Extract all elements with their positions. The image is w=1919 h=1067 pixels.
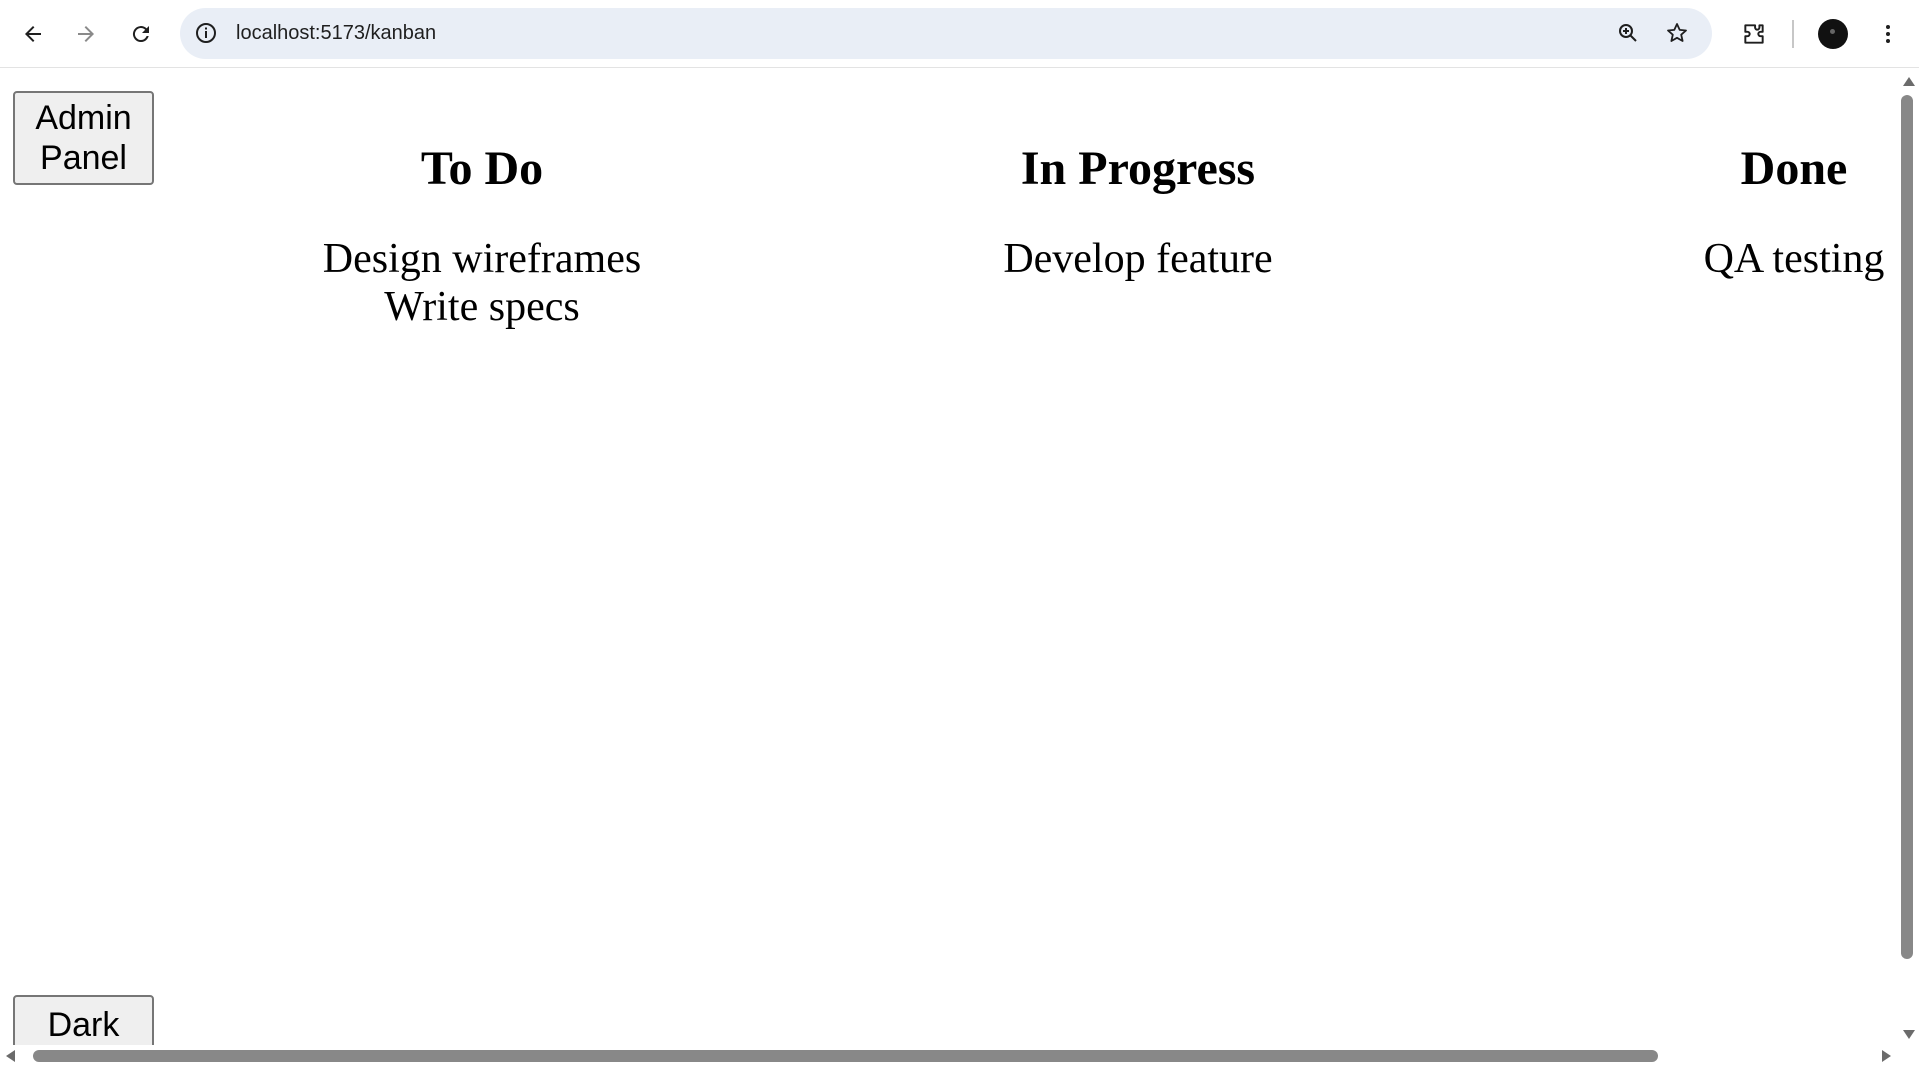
scroll-right-arrow-icon[interactable] <box>1882 1050 1891 1062</box>
column-cards: QA testing <box>1594 235 1919 283</box>
page-viewport: Admin Panel To Do Design wireframes Writ… <box>0 69 1919 1067</box>
url-text[interactable]: localhost:5173/kanban <box>236 8 436 59</box>
reload-button[interactable] <box>121 14 161 54</box>
horizontal-scrollbar-thumb[interactable] <box>33 1050 1658 1062</box>
address-bar[interactable]: localhost:5173/kanban <box>180 8 1712 59</box>
forward-button[interactable] <box>66 14 106 54</box>
scroll-left-arrow-icon[interactable] <box>6 1050 15 1062</box>
kanban-column-in-progress[interactable]: In Progress Develop feature <box>938 139 1338 283</box>
column-title: In Progress <box>1020 142 1256 195</box>
scroll-down-arrow-icon[interactable] <box>1903 1030 1915 1039</box>
column-title: To Do <box>420 142 544 195</box>
column-cards: Design wireframes Write specs <box>282 235 682 331</box>
admin-panel-button[interactable]: Admin Panel <box>13 91 154 185</box>
kebab-menu-icon[interactable] <box>1874 20 1902 48</box>
kanban-card[interactable]: Design wireframes <box>282 235 682 283</box>
toolbar-divider <box>1792 20 1794 48</box>
info-icon[interactable] <box>194 21 218 45</box>
reload-icon <box>132 26 149 43</box>
kanban-card[interactable]: Develop feature <box>938 235 1338 283</box>
kanban-column-done[interactable]: Done QA testing <box>1594 139 1919 283</box>
kanban-card[interactable]: Write specs <box>282 283 682 331</box>
kanban-column-todo[interactable]: To Do Design wireframes Write specs <box>282 139 682 331</box>
column-title: Done <box>1740 142 1848 195</box>
vertical-scrollbar-thumb[interactable] <box>1901 95 1913 959</box>
kanban-card[interactable]: QA testing <box>1594 235 1919 283</box>
browser-toolbar: localhost:5173/kanban <box>0 0 1919 68</box>
scroll-up-arrow-icon[interactable] <box>1903 77 1915 86</box>
column-cards: Develop feature <box>938 235 1338 283</box>
star-icon[interactable] <box>1663 19 1691 47</box>
arrow-right-icon <box>78 26 94 42</box>
profile-avatar[interactable] <box>1818 19 1848 49</box>
puzzle-icon[interactable] <box>1740 20 1768 48</box>
zoom-icon[interactable] <box>1614 19 1642 47</box>
back-button[interactable] <box>13 14 53 54</box>
horizontal-scrollbar[interactable] <box>0 1045 1897 1067</box>
vertical-scrollbar[interactable] <box>1897 69 1919 1045</box>
arrow-left-icon <box>25 26 41 42</box>
